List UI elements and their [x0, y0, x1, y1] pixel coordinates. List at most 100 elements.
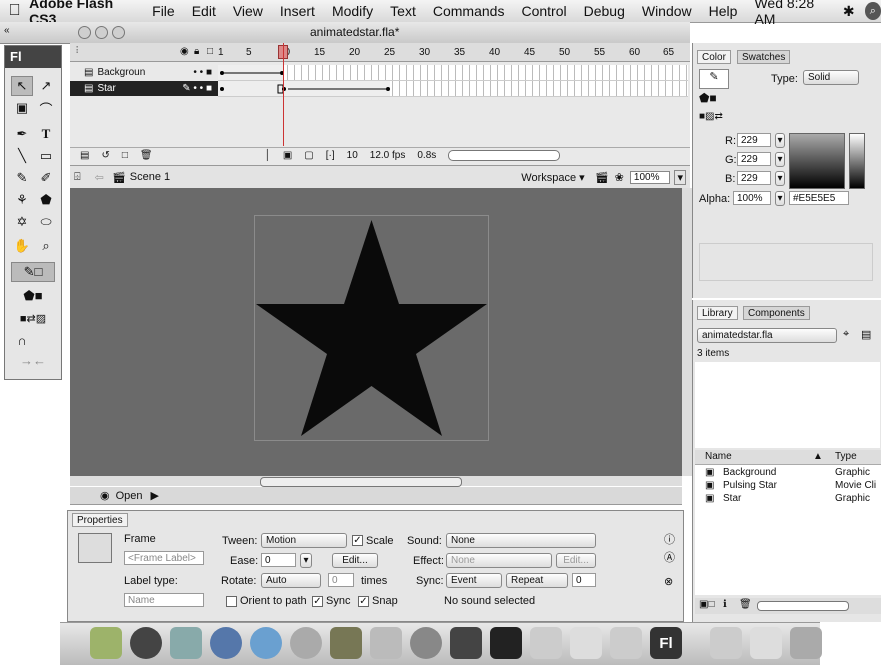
- documents-folder-icon[interactable]: [750, 627, 782, 659]
- onion-outline-icon[interactable]: ▢: [304, 150, 313, 161]
- itunes-icon[interactable]: [410, 627, 442, 659]
- col-name[interactable]: Name: [705, 451, 732, 462]
- green-input[interactable]: 229: [737, 152, 771, 166]
- hex-input[interactable]: #E5E5E5: [789, 191, 849, 205]
- tab-library[interactable]: Library: [697, 306, 738, 320]
- add-layer-icon[interactable]: ▤: [80, 150, 89, 161]
- add-folder-icon[interactable]: □: [122, 150, 128, 161]
- orient-to-path-checkbox[interactable]: [226, 596, 237, 607]
- iphoto-icon[interactable]: [330, 627, 362, 659]
- delete-icon[interactable]: 🗑︎: [739, 599, 752, 610]
- bluetooth-icon[interactable]: ✱: [843, 3, 855, 20]
- tab-color[interactable]: Color: [697, 50, 731, 64]
- rotate-times-input[interactable]: 0: [328, 573, 354, 587]
- edit-scene-icon[interactable]: 🎬︎: [595, 171, 609, 184]
- collapse-icon[interactable]: «: [4, 25, 10, 36]
- pencil-tool-icon[interactable]: ✎: [11, 168, 33, 188]
- scale-checkbox[interactable]: ✓: [352, 535, 363, 546]
- effect-edit-button[interactable]: Edit...: [556, 553, 596, 568]
- blue-input[interactable]: 229: [737, 171, 771, 185]
- brightness-slider[interactable]: [849, 133, 865, 189]
- eye-icon[interactable]: ◉: [180, 46, 189, 57]
- col-type[interactable]: Type: [835, 451, 857, 462]
- lasso-tool-icon[interactable]: ⌒: [35, 98, 57, 118]
- list-item[interactable]: ▣ Background Graphic: [695, 467, 881, 480]
- applications-folder-icon[interactable]: [710, 627, 742, 659]
- library-scrollbar[interactable]: [757, 601, 849, 611]
- workspace-menu[interactable]: Workspace ▾: [521, 171, 584, 184]
- effect-select[interactable]: None: [446, 553, 552, 568]
- new-library-icon[interactable]: ▤: [861, 328, 871, 341]
- library-file-select[interactable]: animatedstar.fla: [697, 328, 837, 343]
- layer-star-frames[interactable]: [218, 81, 688, 97]
- edit-symbol-icon[interactable]: ❀: [615, 171, 624, 184]
- star-shape[interactable]: [255, 216, 488, 440]
- outline-icon[interactable]: □: [207, 46, 213, 57]
- stage-vertical-scrollbar[interactable]: [682, 188, 692, 476]
- list-item[interactable]: ▣ Star Graphic: [695, 493, 881, 506]
- flash-icon[interactable]: Fl: [650, 627, 682, 659]
- apple-icon[interactable]: : [0, 2, 29, 20]
- stage-area[interactable]: [70, 188, 682, 476]
- zoom-window-button[interactable]: [112, 26, 125, 39]
- zoom-field[interactable]: 100%: [629, 170, 671, 184]
- stage[interactable]: [254, 215, 489, 441]
- back-arrow-icon[interactable]: ⇦: [95, 171, 104, 184]
- menu-insert[interactable]: Insert: [280, 3, 315, 19]
- text-tool-icon[interactable]: T: [35, 124, 57, 144]
- add-guide-icon[interactable]: ↺: [101, 150, 109, 161]
- snap-magnet-icon[interactable]: ∩: [11, 330, 33, 350]
- selection-tool-icon[interactable]: ↖: [11, 76, 33, 96]
- address-book-icon[interactable]: [370, 627, 402, 659]
- sound-select[interactable]: None: [446, 533, 596, 548]
- layer-background[interactable]: ▤ Backgroun • • ■: [70, 65, 218, 80]
- menu-text[interactable]: Text: [390, 3, 416, 19]
- fill-type-select[interactable]: Solid: [803, 70, 859, 85]
- grip-icon[interactable]: ⠇: [75, 46, 82, 57]
- actions-bar[interactable]: ◉ Open ▶: [70, 487, 682, 505]
- hand-tool-icon[interactable]: ✋: [11, 236, 33, 256]
- new-symbol-icon[interactable]: ▣□: [699, 599, 715, 610]
- eraser-tool-icon[interactable]: ⬭: [35, 212, 57, 232]
- word-icon[interactable]: [570, 627, 602, 659]
- sync-checkbox[interactable]: ✓: [312, 596, 323, 607]
- messenger-icon[interactable]: [610, 627, 642, 659]
- swap-colors-icon[interactable]: ■▨⇄: [699, 111, 723, 122]
- tab-properties[interactable]: Properties: [72, 513, 128, 527]
- repeat-select[interactable]: Repeat: [506, 573, 568, 588]
- dashboard-icon[interactable]: [130, 627, 162, 659]
- menu-help[interactable]: Help: [709, 3, 738, 19]
- menu-window[interactable]: Window: [642, 3, 692, 19]
- finder-icon[interactable]: [90, 627, 122, 659]
- layer-background-frames[interactable]: [218, 65, 688, 81]
- menu-file[interactable]: File: [152, 3, 175, 19]
- edit-icon[interactable]: Ⓐ: [664, 549, 675, 565]
- onion-skin-icon[interactable]: ▣: [283, 150, 292, 161]
- firefox-icon[interactable]: [210, 627, 242, 659]
- expand-arrow-icon[interactable]: ▶: [151, 489, 159, 502]
- collapse-properties-icon[interactable]: ⊗: [664, 575, 673, 588]
- minimize-window-button[interactable]: [95, 26, 108, 39]
- close-window-button[interactable]: [78, 26, 91, 39]
- rectangle-tool-icon[interactable]: ▭: [35, 146, 57, 166]
- spotlight-icon[interactable]: ⌕: [864, 2, 881, 20]
- green-dropdown-icon[interactable]: ▾: [775, 152, 785, 167]
- menu-edit[interactable]: Edit: [192, 3, 216, 19]
- snap-checkbox[interactable]: ✓: [358, 596, 369, 607]
- fill-color-icon[interactable]: ⬟■: [699, 91, 727, 109]
- scene-name[interactable]: Scene 1: [130, 171, 170, 183]
- repeat-count-input[interactable]: 0: [572, 573, 596, 587]
- free-transform-tool-icon[interactable]: ▣: [11, 98, 33, 118]
- red-dropdown-icon[interactable]: ▾: [775, 133, 785, 148]
- app-icon[interactable]: [530, 627, 562, 659]
- red-input[interactable]: 229: [737, 133, 771, 147]
- eyedropper-tool-icon[interactable]: ✡: [11, 212, 33, 232]
- pen-tool-icon[interactable]: ✒: [11, 124, 33, 144]
- properties-icon[interactable]: ℹ: [723, 599, 727, 610]
- menu-view[interactable]: View: [233, 3, 263, 19]
- layer-name[interactable]: Backgroun: [97, 67, 145, 78]
- mail-icon[interactable]: [170, 627, 202, 659]
- ease-edit-button[interactable]: Edit...: [332, 553, 378, 568]
- tab-swatches[interactable]: Swatches: [737, 50, 791, 64]
- stroke-color-swatch[interactable]: ✎□: [11, 262, 55, 282]
